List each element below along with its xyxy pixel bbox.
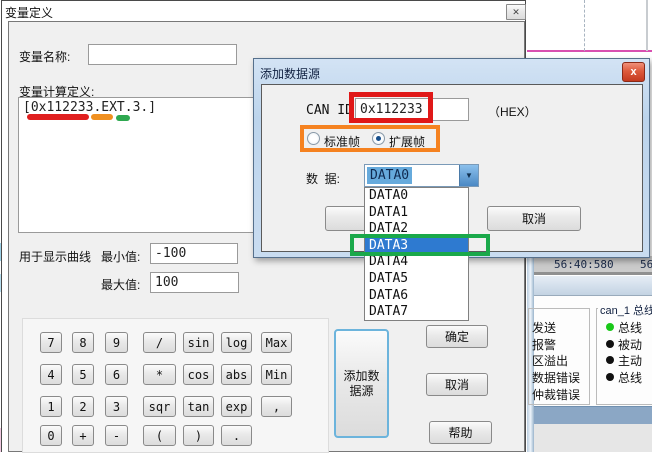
keypad-button[interactable]: cos [183, 364, 214, 385]
data-label: 数 据: [306, 170, 340, 187]
status-dot [606, 356, 614, 364]
keypad-button[interactable]: * [143, 364, 176, 385]
keypad-button[interactable]: 3 [105, 396, 128, 417]
dialog-title: 变量定义 [5, 4, 53, 21]
keypad-button[interactable]: 8 [72, 332, 94, 353]
status-label: 主动 [618, 352, 642, 369]
status-label: 数据错误 [532, 369, 580, 386]
standard-frame-radio[interactable] [307, 132, 320, 145]
extended-frame-label: 扩展帧 [389, 133, 425, 150]
keypad-button[interactable]: 6 [105, 364, 128, 385]
chevron-down-icon[interactable]: ▼ [459, 165, 478, 186]
list-item[interactable]: DATA0 [365, 188, 468, 205]
panel-header-bar [534, 276, 652, 296]
help-button[interactable]: 帮助 [429, 421, 492, 444]
steel-bar [534, 406, 652, 424]
list-item[interactable]: DATA1 [365, 205, 468, 222]
variable-name-label: 变量名称: [19, 48, 70, 65]
calc-expression: [0x112233.EXT.3.] [23, 100, 156, 115]
max-value-input[interactable] [150, 272, 239, 293]
cancel-button[interactable]: 取消 [426, 373, 488, 396]
keypad-button[interactable]: ) [183, 425, 214, 446]
standard-frame-label: 标准帧 [324, 133, 360, 150]
underline-orange [91, 114, 113, 120]
add-data-source-button[interactable]: 添加数据源 [334, 329, 389, 438]
close-icon[interactable]: x [622, 62, 645, 82]
keypad-button[interactable]: 0 [40, 425, 62, 446]
dialog-title: 添加数据源 [260, 65, 320, 82]
min-label: 最小值: [101, 248, 140, 265]
list-item[interactable]: DATA7 [365, 304, 468, 321]
keypad-button[interactable]: 5 [72, 364, 94, 385]
list-item[interactable]: DATA5 [365, 271, 468, 288]
status-dot [606, 340, 614, 348]
data-combobox[interactable]: DATA0 ▼ [364, 164, 479, 187]
list-item[interactable]: DATA4 [365, 254, 468, 271]
keypad-button[interactable]: sin [183, 332, 214, 353]
keypad-button[interactable]: + [72, 425, 94, 446]
status-dot [606, 323, 614, 331]
hex-label: （HEX） [488, 103, 537, 120]
time-bar: 56:40:580 56 [534, 256, 652, 272]
keypad-button[interactable]: , [261, 396, 292, 417]
keypad-button[interactable]: 4 [40, 364, 62, 385]
close-icon[interactable]: ✕ [506, 4, 526, 20]
status-label: 总线 [618, 319, 642, 336]
window-edge-line [646, 0, 648, 51]
max-label: 最大值: [101, 276, 140, 293]
status-label: 被动 [618, 336, 642, 353]
min-value-input[interactable] [150, 243, 238, 264]
keypad-panel: 7 8 9 / sin log Max 4 5 6 * cos abs Min … [22, 318, 329, 453]
keypad-button[interactable]: - [105, 425, 128, 446]
annotation-green-box [350, 234, 490, 256]
status-label: 总线 [618, 369, 642, 386]
annotation-red-box [349, 92, 433, 123]
variable-name-input[interactable] [88, 44, 237, 65]
keypad-button[interactable]: 2 [72, 396, 94, 417]
panel-footer [534, 424, 652, 452]
curve-label: 用于显示曲线 [19, 248, 91, 265]
status-panel: 发送 报警 区溢出 数据错误 仲裁错误 can_1 总线 总线 被动 主动 总线 [534, 296, 652, 406]
ok-button[interactable]: 确定 [426, 325, 488, 348]
keypad-button[interactable]: ( [143, 425, 176, 446]
status-label: 区溢出 [532, 352, 568, 369]
underline-green [116, 115, 130, 121]
keypad-button[interactable]: . [221, 425, 252, 446]
magenta-line [527, 50, 652, 52]
keypad-button[interactable]: exp [221, 396, 252, 417]
list-item[interactable]: DATA6 [365, 288, 468, 305]
underline-red [27, 114, 89, 120]
status-label: 发送 [532, 319, 556, 336]
keypad-button[interactable]: sqr [143, 396, 176, 417]
channel-label: can_1 总线 [598, 302, 652, 318]
keypad-button[interactable]: Max [261, 332, 292, 353]
status-label: 报警 [532, 336, 556, 353]
keypad-button[interactable]: log [221, 332, 252, 353]
keypad-button[interactable]: / [143, 332, 176, 353]
keypad-button[interactable]: 1 [40, 396, 62, 417]
divider [534, 272, 652, 275]
dashed-guide-line [584, 0, 585, 51]
cancel-button[interactable]: 取消 [487, 206, 581, 231]
timestamp: 56:40:580 [554, 258, 614, 271]
status-dot [606, 373, 614, 381]
keypad-button[interactable]: Min [261, 364, 292, 385]
extended-frame-radio[interactable] [372, 132, 385, 145]
keypad-button[interactable]: abs [221, 364, 252, 385]
keypad-button[interactable]: tan [183, 396, 214, 417]
status-label: 仲裁错误 [532, 386, 580, 403]
keypad-button[interactable]: 7 [40, 332, 62, 353]
timestamp-partial: 56 [640, 258, 652, 271]
keypad-button[interactable]: 9 [105, 332, 128, 353]
combobox-value: DATA0 [367, 167, 412, 184]
